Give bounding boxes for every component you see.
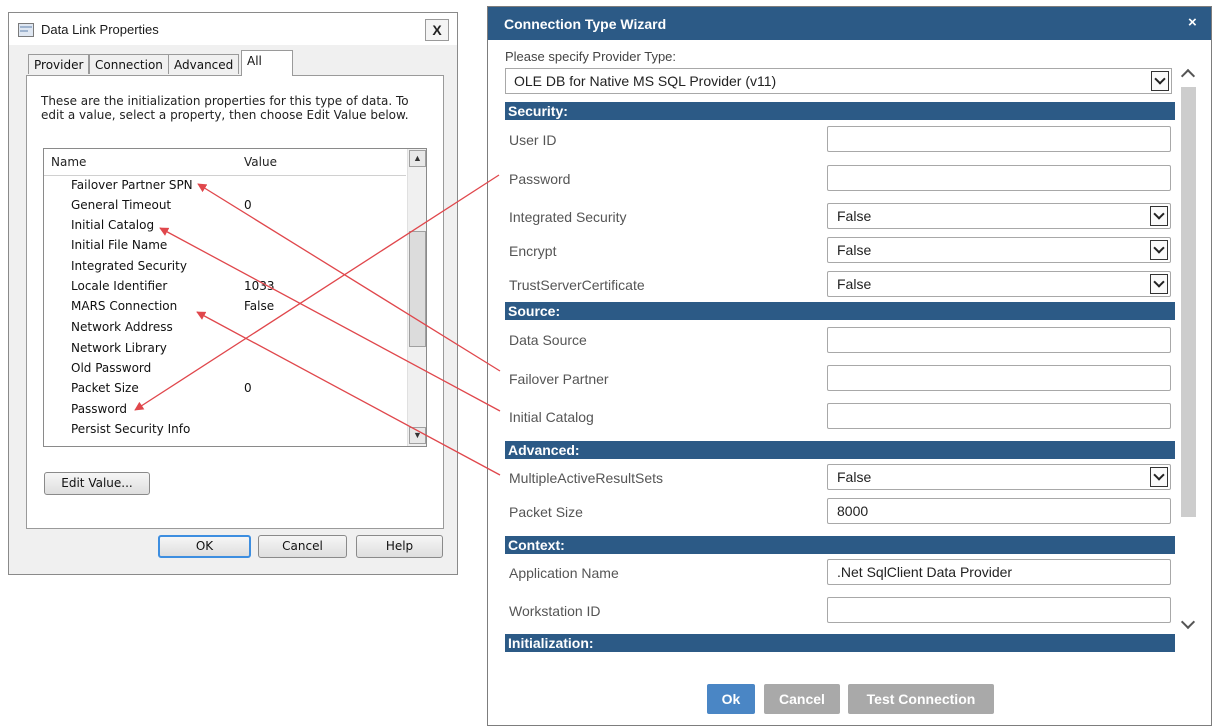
- property-row[interactable]: Persist Security Info: [44, 419, 406, 439]
- section-advanced: Advanced:: [505, 441, 1175, 459]
- password-input[interactable]: [827, 165, 1171, 191]
- property-row[interactable]: Network Address: [44, 317, 406, 337]
- properties-list-header: Name Value: [44, 149, 406, 176]
- integrated-security-select[interactable]: False: [827, 203, 1171, 229]
- data-link-properties-dialog: Data Link Properties X Provider Connecti…: [8, 12, 458, 575]
- encrypt-label: Encrypt: [509, 243, 557, 259]
- property-row[interactable]: Initial Catalog: [44, 215, 406, 235]
- packet-size-input[interactable]: 8000: [827, 498, 1171, 524]
- property-row[interactable]: Packet Size 0: [44, 378, 406, 398]
- multiple-active-result-sets-label: MultipleActiveResultSets: [509, 470, 664, 486]
- property-row[interactable]: Failover Partner SPN: [44, 175, 406, 195]
- connection-type-wizard-dialog: Connection Type Wizard × Please specify …: [487, 6, 1212, 726]
- chevron-down-icon[interactable]: [1150, 274, 1168, 294]
- all-properties-panel: These are the initialization properties …: [26, 75, 444, 529]
- multiple-active-result-sets-select[interactable]: False: [827, 464, 1171, 490]
- chevron-down-icon[interactable]: [1150, 240, 1168, 260]
- properties-scrollbar[interactable]: ▲ ▼: [407, 149, 426, 446]
- provider-type-select[interactable]: OLE DB for Native MS SQL Provider (v11): [505, 68, 1172, 94]
- packet-size-label: Packet Size: [509, 504, 583, 520]
- chevron-down-icon[interactable]: [1150, 206, 1168, 226]
- property-row[interactable]: General Timeout 0: [44, 195, 406, 215]
- wizard-title: Connection Type Wizard: [504, 16, 667, 32]
- tab-advanced[interactable]: Advanced: [168, 54, 240, 74]
- cancel-button[interactable]: Cancel: [258, 535, 347, 558]
- property-row[interactable]: Network Library: [44, 338, 406, 358]
- data-source-label: Data Source: [509, 332, 587, 348]
- properties-list: Name Value Failover Partner SPN General …: [43, 148, 427, 447]
- tab-all[interactable]: All: [241, 50, 293, 76]
- property-row[interactable]: Integrated Security: [44, 256, 406, 276]
- close-icon[interactable]: ×: [1188, 14, 1197, 31]
- property-row[interactable]: Old Password: [44, 358, 406, 378]
- trust-server-certificate-label: TrustServerCertificate: [509, 277, 645, 293]
- property-row[interactable]: MARS Connection False: [44, 296, 406, 316]
- workstation-id-input[interactable]: [827, 597, 1171, 623]
- help-button[interactable]: Help: [356, 535, 443, 558]
- initial-catalog-input[interactable]: [827, 403, 1171, 429]
- properties-description: These are the initialization properties …: [41, 94, 409, 122]
- property-row[interactable]: Initial File Name: [44, 235, 406, 255]
- properties-scroll-thumb[interactable]: [409, 231, 426, 347]
- chevron-up-icon[interactable]: [1180, 68, 1196, 84]
- password-label: Password: [509, 171, 571, 187]
- wizard-scroll-thumb[interactable]: [1181, 87, 1196, 517]
- failover-partner-input[interactable]: [827, 365, 1171, 391]
- column-header-value[interactable]: Value: [244, 155, 277, 169]
- data-link-close-button[interactable]: X: [425, 19, 449, 41]
- workstation-id-label: Workstation ID: [509, 603, 601, 619]
- section-security: Security:: [505, 102, 1175, 120]
- wizard-cancel-button[interactable]: Cancel: [764, 684, 840, 714]
- user-id-input[interactable]: [827, 126, 1171, 152]
- wizard-title-bar: Connection Type Wizard ×: [488, 7, 1211, 40]
- user-id-label: User ID: [509, 132, 557, 148]
- application-name-input[interactable]: .Net SqlClient Data Provider: [827, 559, 1171, 585]
- data-link-title-bar: Data Link Properties X: [9, 13, 457, 45]
- failover-partner-label: Failover Partner: [509, 371, 609, 387]
- data-source-input[interactable]: [827, 327, 1171, 353]
- section-source: Source:: [505, 302, 1175, 320]
- tab-provider[interactable]: Provider: [28, 54, 90, 74]
- ok-button[interactable]: OK: [158, 535, 251, 558]
- window-properties-icon: [18, 23, 34, 37]
- section-initialization: Initialization:: [505, 634, 1175, 652]
- section-context: Context:: [505, 536, 1175, 554]
- chevron-down-icon[interactable]: [1151, 71, 1169, 91]
- triangle-down-icon[interactable]: ▼: [409, 427, 426, 444]
- edit-value-button[interactable]: Edit Value...: [44, 472, 150, 495]
- trust-server-certificate-select[interactable]: False: [827, 271, 1171, 297]
- encrypt-select[interactable]: False: [827, 237, 1171, 263]
- wizard-ok-button[interactable]: Ok: [707, 684, 755, 714]
- initial-catalog-label: Initial Catalog: [509, 409, 594, 425]
- provider-type-label: Please specify Provider Type:: [505, 49, 677, 64]
- chevron-down-icon[interactable]: [1150, 467, 1168, 487]
- data-link-title: Data Link Properties: [41, 22, 159, 37]
- application-name-label: Application Name: [509, 565, 619, 581]
- tab-connection[interactable]: Connection: [89, 54, 169, 74]
- triangle-up-icon[interactable]: ▲: [409, 150, 426, 167]
- property-row[interactable]: Locale Identifier 1033: [44, 276, 406, 296]
- test-connection-button[interactable]: Test Connection: [848, 684, 994, 714]
- integrated-security-label: Integrated Security: [509, 209, 627, 225]
- column-header-name[interactable]: Name: [51, 155, 86, 169]
- property-row[interactable]: Password: [44, 399, 406, 419]
